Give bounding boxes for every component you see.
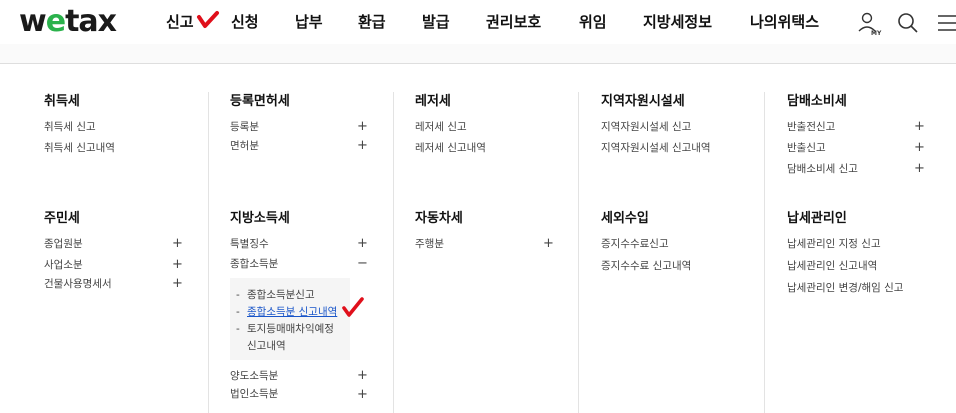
expand-plus-icon[interactable]: + bbox=[357, 237, 368, 251]
menu-icon[interactable] bbox=[934, 10, 956, 36]
column-divider bbox=[393, 92, 394, 413]
nav-my-wetax[interactable]: 나의위택스 bbox=[750, 12, 819, 32]
expand-plus-icon[interactable]: + bbox=[172, 258, 183, 272]
my-page-icon[interactable]: MY bbox=[856, 10, 882, 37]
expand-plus-icon[interactable]: + bbox=[172, 277, 183, 291]
section-title-acquisition-tax[interactable]: 취득세 bbox=[44, 93, 80, 111]
submenu-dash: - bbox=[236, 306, 240, 318]
section-title-vehicle-tax[interactable]: 자동차세 bbox=[415, 210, 463, 228]
collapse-minus-icon[interactable]: − bbox=[357, 257, 368, 271]
menu-link[interactable]: 납세관리인 지정 신고 bbox=[787, 237, 881, 251]
expand-plus-icon[interactable]: + bbox=[357, 388, 368, 402]
nav-delegate[interactable]: 위임 bbox=[579, 12, 607, 32]
wetax-logo[interactable]: wetax bbox=[19, 4, 117, 40]
nav-issue[interactable]: 발급 bbox=[422, 12, 450, 32]
submenu-link[interactable]: 종합소득분신고 bbox=[247, 288, 315, 302]
submenu-link-continued[interactable]: 신고내역 bbox=[247, 339, 286, 353]
nav-apply[interactable]: 신청 bbox=[231, 12, 259, 32]
menu-link[interactable]: 법인소득분 bbox=[230, 387, 278, 401]
section-title-leisure-tax[interactable]: 레저세 bbox=[415, 93, 451, 111]
expand-plus-icon[interactable]: + bbox=[357, 139, 368, 153]
menu-link[interactable]: 레저세 신고내역 bbox=[415, 141, 486, 155]
red-check-icon bbox=[342, 297, 364, 317]
menu-link[interactable]: 양도소득분 bbox=[230, 369, 278, 383]
menu-link[interactable]: 증지수수료 신고내역 bbox=[601, 259, 691, 273]
menu-link[interactable]: 납세관리인 신고내역 bbox=[787, 259, 877, 273]
section-title-tax-agent[interactable]: 납세관리인 bbox=[787, 210, 847, 228]
expand-plus-icon[interactable]: + bbox=[914, 141, 925, 155]
column-divider bbox=[208, 92, 209, 413]
expand-plus-icon[interactable]: + bbox=[543, 237, 554, 251]
menu-link[interactable]: 납세관리인 변경/해임 신고 bbox=[787, 281, 903, 295]
menu-link[interactable]: 담배소비세 신고 bbox=[787, 162, 858, 176]
nav-refund[interactable]: 환급 bbox=[358, 12, 386, 32]
menu-link[interactable]: 증지수수료신고 bbox=[601, 237, 669, 251]
column-divider bbox=[578, 92, 579, 413]
menu-link[interactable]: 면허분 bbox=[230, 139, 259, 153]
section-title-non-tax-revenue[interactable]: 세외수입 bbox=[601, 210, 649, 228]
menu-link[interactable]: 레저세 신고 bbox=[415, 120, 467, 134]
nav-local-tax-info[interactable]: 지방세정보 bbox=[643, 12, 712, 32]
expand-plus-icon[interactable]: + bbox=[914, 162, 925, 176]
expand-plus-icon[interactable]: + bbox=[172, 237, 183, 251]
section-title-resident-tax[interactable]: 주민세 bbox=[44, 210, 80, 228]
section-title-regional-resource-tax[interactable]: 지역자원시설세 bbox=[601, 93, 685, 111]
menu-link[interactable]: 특별징수 bbox=[230, 237, 269, 251]
menu-link[interactable]: 등록분 bbox=[230, 120, 259, 134]
submenu-link[interactable]: 토지등매매차익예정 bbox=[247, 322, 334, 336]
section-title-tobacco-tax[interactable]: 담배소비세 bbox=[787, 93, 847, 111]
submenu-link-active[interactable]: 종합소득분 신고내역 bbox=[247, 305, 337, 319]
menu-link[interactable]: 반출신고 bbox=[787, 141, 826, 155]
menu-link[interactable]: 취득세 신고 bbox=[44, 120, 96, 134]
expand-plus-icon[interactable]: + bbox=[357, 369, 368, 383]
search-icon[interactable] bbox=[895, 10, 921, 36]
menu-link[interactable]: 건물사용명세서 bbox=[44, 277, 112, 291]
menu-link[interactable]: 지역자원시설세 신고 bbox=[601, 120, 691, 134]
menu-link[interactable]: 지역자원시설세 신고내역 bbox=[601, 141, 711, 155]
nav-report[interactable]: 신고 bbox=[166, 12, 194, 32]
menu-link[interactable]: 주행분 bbox=[415, 237, 444, 251]
menu-link[interactable]: 종합소득분 bbox=[230, 257, 278, 271]
expand-plus-icon[interactable]: + bbox=[914, 120, 925, 134]
expand-plus-icon[interactable]: + bbox=[357, 120, 368, 134]
menu-link[interactable]: 반출전신고 bbox=[787, 120, 835, 134]
submenu-dash: - bbox=[236, 289, 240, 301]
menu-link[interactable]: 사업소분 bbox=[44, 258, 83, 272]
red-check-icon bbox=[197, 11, 219, 28]
svg-text:MY: MY bbox=[871, 30, 882, 36]
section-title-registration-license-tax[interactable]: 등록면허세 bbox=[230, 93, 290, 111]
header-band bbox=[0, 44, 956, 64]
menu-link[interactable]: 종업원분 bbox=[44, 237, 83, 251]
column-divider bbox=[764, 92, 765, 413]
section-title-local-income-tax[interactable]: 지방소득세 bbox=[230, 210, 290, 228]
nav-pay[interactable]: 납부 bbox=[295, 12, 323, 32]
top-header: wetax 신고 신청 납부 환급 발급 권리보호 위임 지방세정보 나의위택스… bbox=[0, 0, 956, 44]
submenu-dash: - bbox=[236, 323, 240, 335]
nav-rights[interactable]: 권리보호 bbox=[486, 12, 541, 32]
menu-link[interactable]: 취득세 신고내역 bbox=[44, 141, 115, 155]
